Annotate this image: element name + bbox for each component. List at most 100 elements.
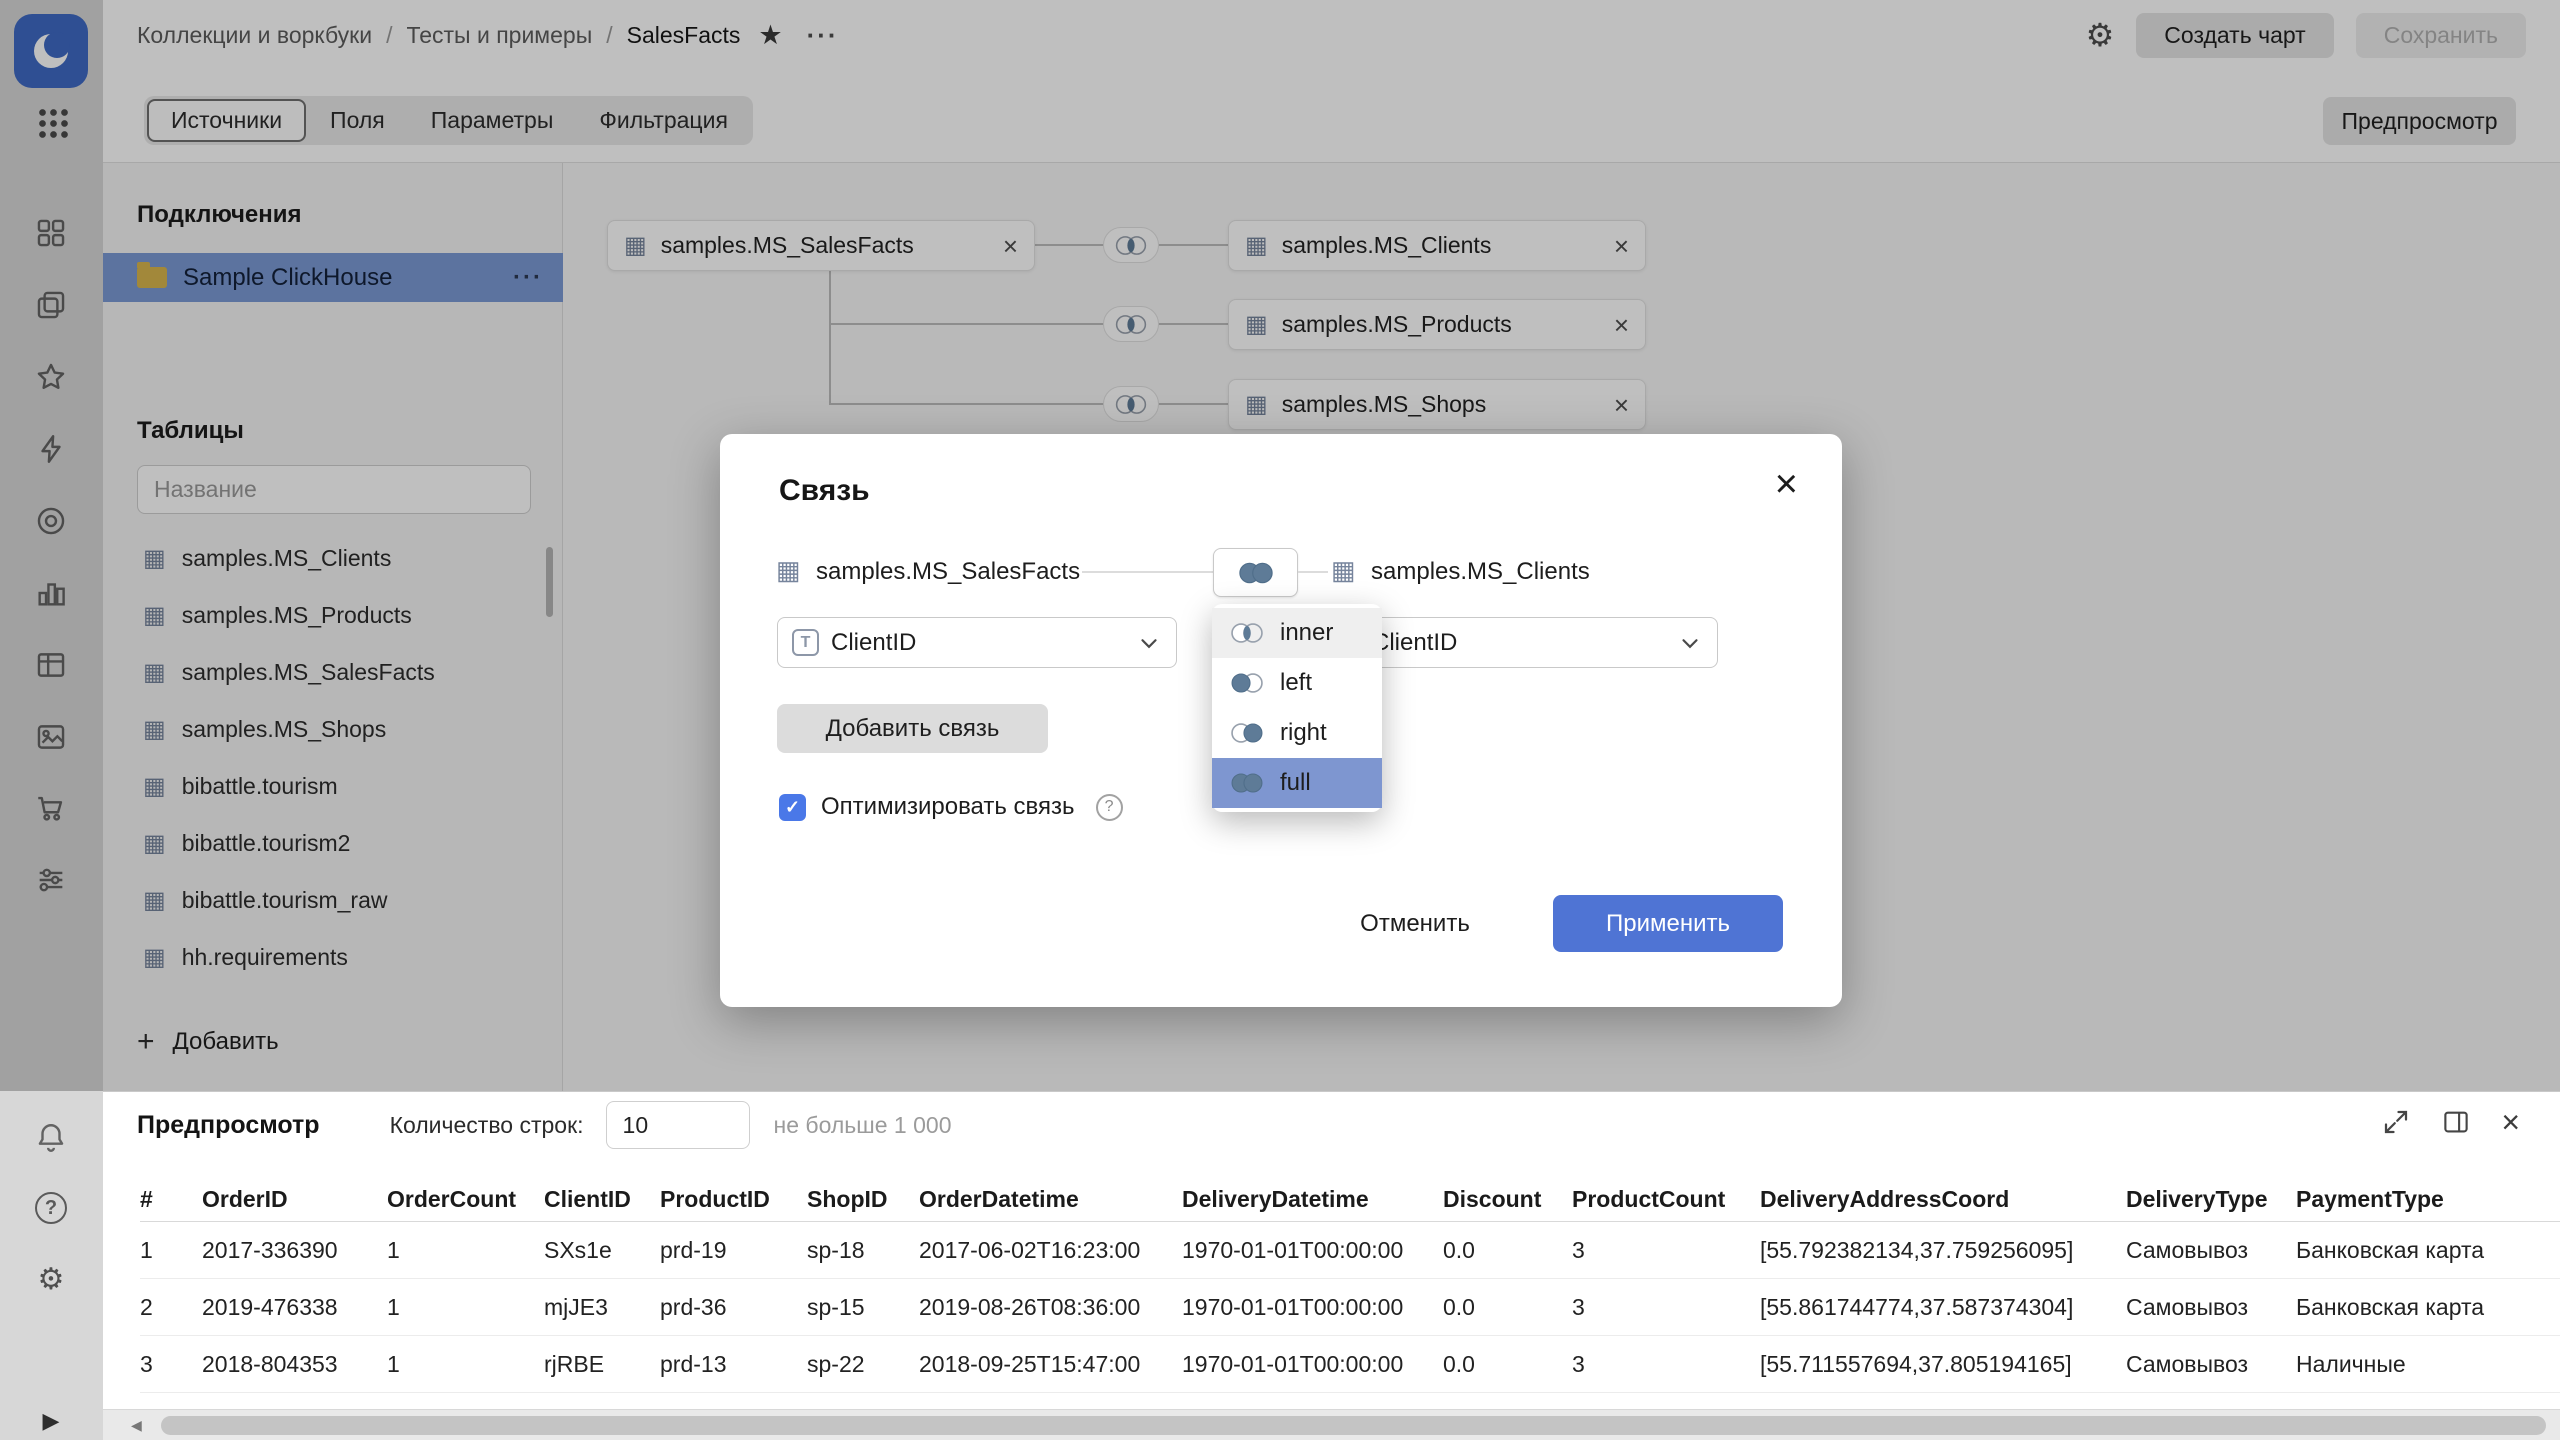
cell: sp-22 — [807, 1351, 919, 1378]
join-right-icon — [1227, 720, 1267, 746]
cell: [55.711557694,37.805194165] — [1760, 1351, 2126, 1378]
column-header: DeliveryDatetime — [1182, 1186, 1443, 1213]
cell: 0.0 — [1443, 1294, 1572, 1321]
chevron-down-icon — [1136, 630, 1162, 656]
cell: prd-13 — [660, 1351, 807, 1378]
join-left-icon — [1227, 670, 1267, 696]
modal-left-table: samples.MS_SalesFacts — [816, 558, 1080, 586]
cell: Банковская карта — [2296, 1237, 2520, 1264]
help-icon[interactable]: ? — [31, 1188, 71, 1228]
column-header: ProductID — [660, 1186, 807, 1213]
preview-close-icon[interactable]: × — [2501, 1106, 2520, 1138]
column-header: DeliveryType — [2126, 1186, 2296, 1213]
modal-close-icon[interactable]: × — [1775, 464, 1798, 504]
gear-icon[interactable]: ⚙ — [31, 1260, 71, 1300]
join-inner-icon — [1227, 620, 1267, 646]
join-line — [1082, 571, 1213, 573]
cell: sp-15 — [807, 1294, 919, 1321]
column-header: Discount — [1443, 1186, 1572, 1213]
join-option-right[interactable]: right — [1212, 708, 1382, 758]
cell: [55.792382134,37.759256095] — [1760, 1237, 2126, 1264]
join-option-label: full — [1280, 769, 1311, 797]
preview-header: Предпросмотр Количество строк: не больше… — [137, 1092, 951, 1158]
join-option-full[interactable]: full — [1212, 758, 1382, 808]
column-header: OrderDatetime — [919, 1186, 1182, 1213]
row-count-input[interactable] — [606, 1101, 750, 1149]
question-glyph: ? — [35, 1192, 67, 1224]
cell: rjRBE — [544, 1351, 660, 1378]
cell: prd-36 — [660, 1294, 807, 1321]
cell: 0.0 — [1443, 1237, 1572, 1264]
cell: 3 — [140, 1351, 202, 1378]
cell: 1 — [387, 1237, 544, 1264]
join-full-icon — [1227, 770, 1267, 796]
column-header: OrderID — [202, 1186, 387, 1213]
cell: SXs1e — [544, 1237, 660, 1264]
cell: 1970-01-01T00:00:00 — [1182, 1351, 1443, 1378]
preview-table-header: # OrderID OrderCount ClientID ProductID … — [140, 1178, 2560, 1222]
cell: 2019-476338 — [202, 1294, 387, 1321]
left-field-select[interactable]: T ClientID — [777, 617, 1177, 668]
cell: prd-19 — [660, 1237, 807, 1264]
row-count-hint: не больше 1 000 — [774, 1112, 952, 1139]
optimize-help-icon[interactable]: ? — [1096, 794, 1123, 821]
horizontal-scrollbar-thumb[interactable] — [161, 1416, 2546, 1435]
cell: 2019-08-26T08:36:00 — [919, 1294, 1182, 1321]
scroll-left-icon[interactable]: ◀ — [131, 1417, 142, 1434]
cell: Наличные — [2296, 1351, 2520, 1378]
join-option-label: left — [1280, 669, 1312, 697]
join-full-icon — [1234, 559, 1278, 587]
join-option-inner[interactable]: inner — [1212, 608, 1382, 658]
cell: 1 — [387, 1294, 544, 1321]
column-header: ShopID — [807, 1186, 919, 1213]
cell: 1970-01-01T00:00:00 — [1182, 1237, 1443, 1264]
apply-button[interactable]: Применить — [1553, 895, 1783, 952]
join-line — [1298, 571, 1328, 573]
cell: Самовывоз — [2126, 1351, 2296, 1378]
bell-icon[interactable] — [31, 1118, 71, 1158]
preview-title: Предпросмотр — [137, 1111, 320, 1140]
add-link-button[interactable]: Добавить связь — [777, 704, 1048, 753]
right-field-value: ClientID — [1372, 629, 1665, 657]
table-row: 2 2019-476338 1 mjJE3 prd-36 sp-15 2019-… — [140, 1279, 2560, 1336]
optimize-checkbox[interactable]: ✓ — [779, 794, 806, 821]
join-option-label: inner — [1280, 619, 1333, 647]
cell: 1 — [387, 1351, 544, 1378]
cell: 3 — [1572, 1351, 1760, 1378]
table-grid-icon: ▦ — [1331, 557, 1356, 583]
join-type-button[interactable] — [1213, 548, 1298, 597]
cell: Самовывоз — [2126, 1237, 2296, 1264]
expand-icon[interactable] — [2381, 1107, 2411, 1137]
modal-right-table: samples.MS_Clients — [1371, 558, 1590, 586]
cell: 2018-09-25T15:47:00 — [919, 1351, 1182, 1378]
column-header: OrderCount — [387, 1186, 544, 1213]
cancel-button[interactable]: Отменить — [1340, 895, 1490, 952]
side-panel-icon[interactable] — [2441, 1107, 2471, 1137]
preview-table: # OrderID OrderCount ClientID ProductID … — [140, 1178, 2560, 1393]
horizontal-scrollbar: ◀ — [103, 1409, 2560, 1440]
cell: 2 — [140, 1294, 202, 1321]
dataset-editor-screen: ? ⚙ ▶ Коллекции и воркбуки / Тесты и при… — [0, 0, 2560, 1440]
left-field-value: ClientID — [831, 629, 1124, 657]
cell: 3 — [1572, 1237, 1760, 1264]
row-count-label: Количество строк: — [390, 1112, 584, 1139]
column-header: ProductCount — [1572, 1186, 1760, 1213]
cell: 1970-01-01T00:00:00 — [1182, 1294, 1443, 1321]
cell: 1 — [140, 1237, 202, 1264]
cell: [55.861744774,37.587374304] — [1760, 1294, 2126, 1321]
column-header: DeliveryAddressCoord — [1760, 1186, 2126, 1213]
table-row: 1 2017-336390 1 SXs1e prd-19 sp-18 2017-… — [140, 1222, 2560, 1279]
table-row: 3 2018-804353 1 rjRBE prd-13 sp-22 2018-… — [140, 1336, 2560, 1393]
column-header: PaymentType — [2296, 1186, 2520, 1213]
play-icon[interactable]: ▶ — [31, 1401, 71, 1440]
chevron-down-icon — [1677, 630, 1703, 656]
string-type-icon: T — [792, 629, 819, 656]
join-option-label: right — [1280, 719, 1327, 747]
cell: 2018-804353 — [202, 1351, 387, 1378]
table-grid-icon: ▦ — [776, 557, 801, 583]
cell: Самовывоз — [2126, 1294, 2296, 1321]
cell: 2017-06-02T16:23:00 — [919, 1237, 1182, 1264]
join-option-left[interactable]: left — [1212, 658, 1382, 708]
cell: mjJE3 — [544, 1294, 660, 1321]
cell: 3 — [1572, 1294, 1760, 1321]
